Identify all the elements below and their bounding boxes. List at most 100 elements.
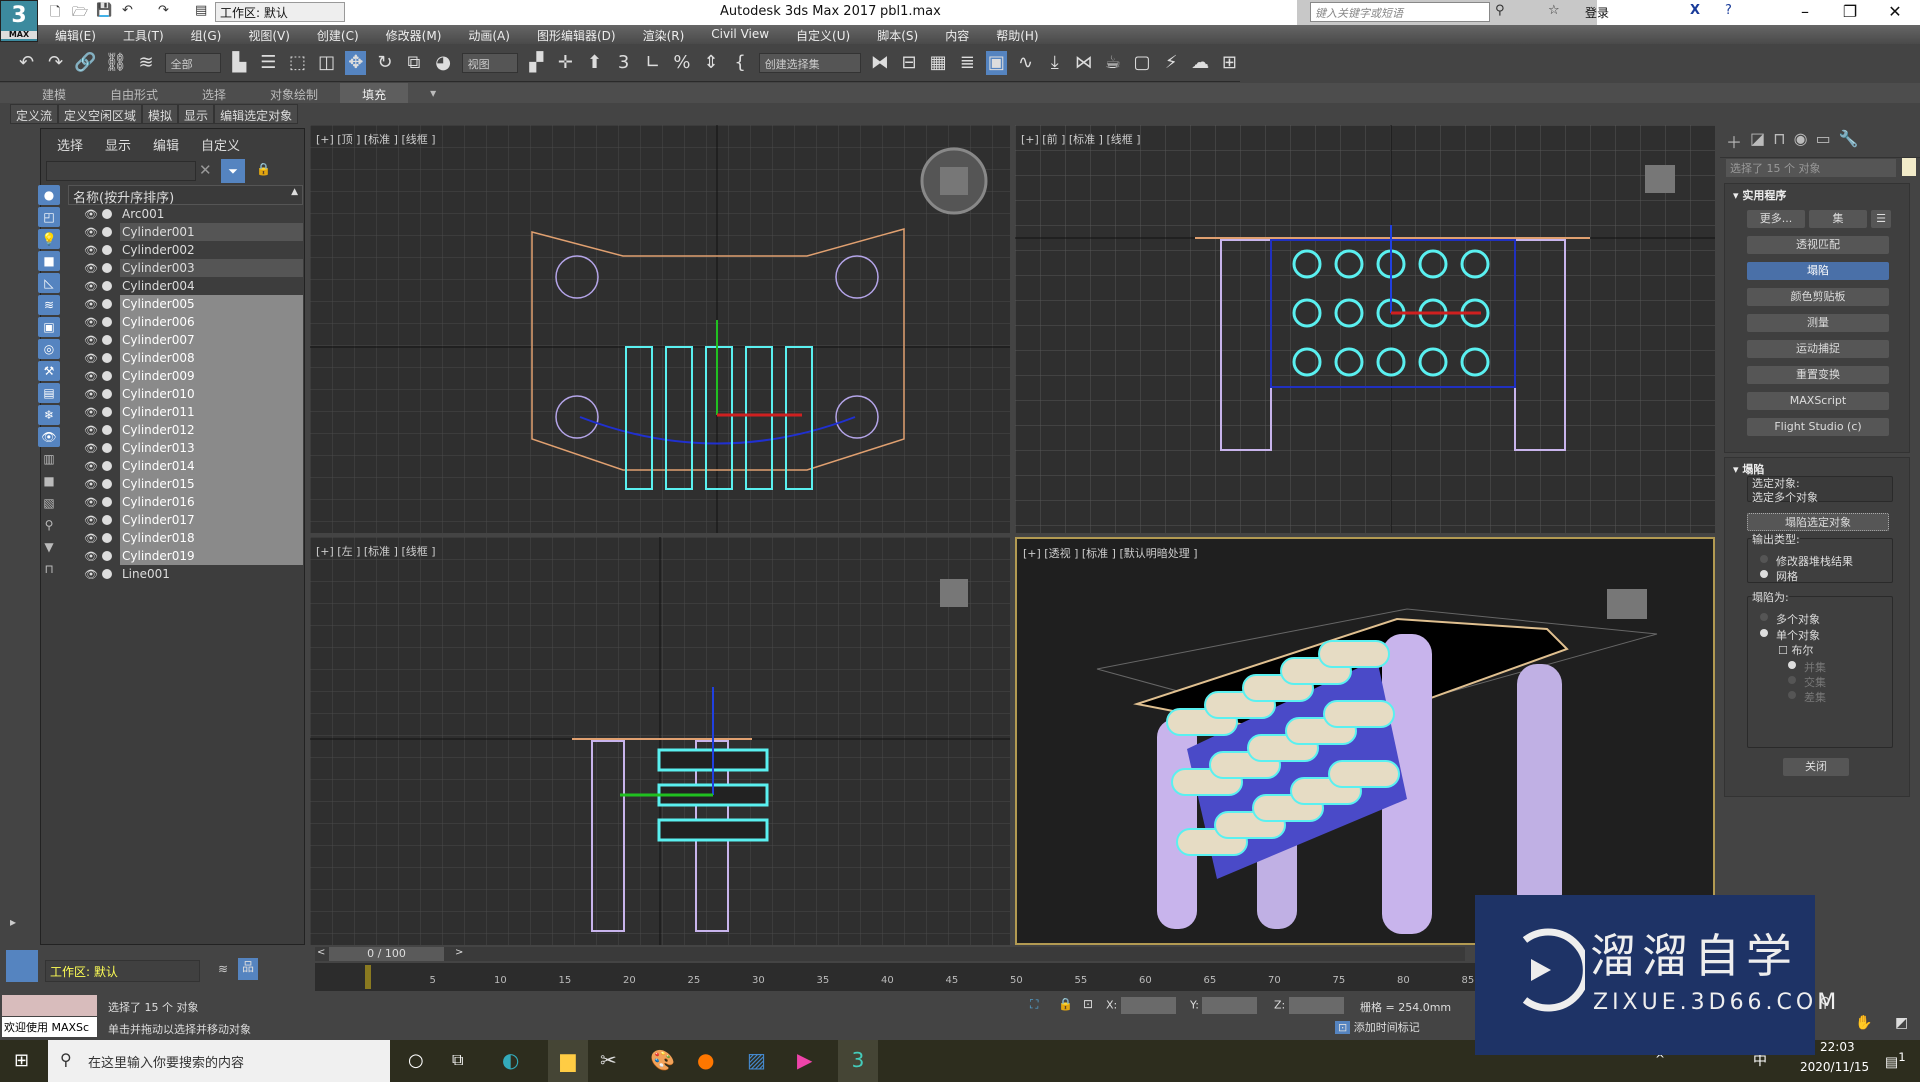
motion-tab-icon[interactable]: ◉ [1794, 129, 1808, 153]
containers-filter-icon[interactable]: ▤ [38, 383, 60, 403]
utilities-tab-icon[interactable]: 🔧 [1839, 129, 1859, 153]
xrefs-filter-icon[interactable]: ◎ [38, 339, 60, 359]
close-button[interactable]: ✕ [1875, 2, 1915, 21]
selection-name-field[interactable]: 选择了 15 个 对象 [1726, 159, 1896, 177]
viewport-front[interactable]: [+] [前 ] [标准 ] [线框 ] [1015, 125, 1715, 533]
workspace-selector[interactable]: 工作区: 默认 [45, 960, 200, 982]
pan-icon[interactable]: ✋ [1855, 1015, 1872, 1031]
close-utility-button[interactable]: 关闭 [1783, 758, 1849, 776]
viewport-top[interactable]: [+] [顶 ] [标准 ] [线框 ] [310, 125, 1010, 533]
viewport-label[interactable]: [+] [左 ] [标准 ] [线框 ] [316, 543, 436, 559]
spacewarps-filter-icon[interactable]: ≋ [38, 295, 60, 315]
motion-capture-button[interactable]: 运动捕捉 [1747, 340, 1889, 358]
radio-single-object[interactable]: 单个对象 [1760, 627, 1820, 643]
utilities-rollout-title[interactable]: ▾ 实用程序 [1725, 184, 1909, 206]
firefox-icon[interactable]: ● [697, 1048, 714, 1072]
menu-civil-view[interactable]: Civil View [694, 25, 779, 44]
scene-object-row[interactable]: 👁 Cylinder006 [68, 313, 303, 331]
start-icon[interactable]: ⊞ [14, 1050, 29, 1071]
edit-selected-button[interactable]: 编辑选定对象 [214, 104, 299, 124]
visibility-eye-icon[interactable]: 👁 [84, 550, 98, 563]
selection-filter-dropdown[interactable]: 全部 [164, 52, 221, 73]
link-icon[interactable]: 🔗 [74, 51, 96, 75]
define-idle-areas-button[interactable]: 定义空闲区域 [58, 104, 143, 124]
star-icon[interactable]: ☆ [1548, 3, 1560, 18]
notifications-icon[interactable]: ▤1 [1885, 1050, 1906, 1071]
modify-tab-icon[interactable]: ◪ [1750, 129, 1765, 153]
geometry-filter-icon[interactable]: ● [38, 185, 60, 205]
rotate-icon[interactable]: ↻ [374, 51, 395, 75]
menu-edit[interactable]: 编辑(E) [38, 25, 106, 44]
visibility-eye-icon[interactable]: 👁 [84, 370, 98, 383]
scene-object-row[interactable]: 👁 Cylinder018 [68, 529, 303, 547]
login-button[interactable]: 登录 [1585, 4, 1609, 21]
visibility-eye-icon[interactable]: 👁 [84, 424, 98, 437]
absolute-mode-icon[interactable]: ⊡ [1083, 997, 1093, 1011]
media-app-icon[interactable]: ▶ [797, 1048, 812, 1072]
visibility-eye-icon[interactable]: 👁 [84, 442, 98, 455]
workspace-dropdown[interactable]: 工作区: 默认 [215, 2, 345, 22]
ribbon-options-icon[interactable]: ▾ [408, 83, 458, 103]
viewport-label[interactable]: [+] [透视 ] [标准 ] [默认明暗处理 ] [1023, 545, 1198, 561]
render-production-icon[interactable]: ⚡ [1161, 51, 1182, 75]
define-flows-button[interactable]: 定义流 [10, 104, 59, 124]
menu-graph-editors[interactable]: 图形编辑器(D) [520, 25, 626, 44]
groups-filter-icon[interactable]: ▣ [38, 317, 60, 337]
schematic-view-icon[interactable]: ⋈ [1073, 51, 1094, 75]
percent-snap-icon[interactable]: % [671, 51, 692, 75]
open-file-icon[interactable]: 🗁 [72, 3, 88, 25]
visibility-eye-icon[interactable]: 👁 [84, 316, 98, 329]
visibility-eye-icon[interactable]: 👁 [84, 460, 98, 473]
file-explorer-icon[interactable]: ▆ [548, 1040, 588, 1082]
visibility-eye-icon[interactable]: 👁 [84, 226, 98, 239]
filter-funnel-icon[interactable]: ▼ [38, 537, 60, 557]
scene-object-row[interactable]: 👁 Cylinder017 [68, 511, 303, 529]
new-file-icon[interactable]: 🗋 [50, 3, 60, 25]
menu-views[interactable]: 视图(V) [231, 25, 300, 44]
viewport-layout-icon[interactable]: ⊞ [1219, 51, 1240, 75]
ref-coord-dropdown[interactable]: 视图 [461, 52, 518, 73]
scene-object-row[interactable]: 👁 Cylinder015 [68, 475, 303, 493]
menu-rendering[interactable]: 渲染(R) [626, 25, 695, 44]
scene-explorer-icon[interactable]: 品 [238, 958, 258, 980]
dope-sheet-icon[interactable]: ⤓ [1044, 51, 1065, 75]
visibility-eye-icon[interactable]: 👁 [84, 478, 98, 491]
perspective-match-button[interactable]: 透视匹配 [1747, 236, 1889, 254]
visibility-eye-icon[interactable]: 👁 [84, 532, 98, 545]
time-slider-thumb[interactable]: 0 / 100 [329, 947, 444, 961]
hierarchy-tab-icon[interactable]: ⊓ [1773, 129, 1785, 153]
add-time-tag-button[interactable]: ⊡ 添加时间标记 [1335, 1019, 1420, 1035]
prev-frame-icon[interactable]: < [317, 947, 325, 958]
radio-intersection[interactable]: 交集 [1788, 674, 1826, 690]
tab-object-paint[interactable]: 对象绘制 [248, 83, 340, 103]
taskbar-search-input[interactable]: ⚲ 在这里输入你要搜索的内容 [48, 1040, 390, 1082]
app-menu-button[interactable]: 3 MAX [0, 0, 38, 42]
display-all-icon[interactable]: ▥ [38, 449, 60, 469]
search-input[interactable]: 键入关键字或短语 [1310, 2, 1490, 22]
edge-icon[interactable]: ◐ [502, 1048, 519, 1072]
rendered-frame-icon[interactable]: ▢ [1131, 51, 1152, 75]
collapse-button[interactable]: 塌陷 [1747, 262, 1889, 280]
track-bar[interactable]: 0510152025303540455055606570758085 [315, 963, 1475, 991]
hierarchy-icon[interactable]: ⊓ [38, 559, 60, 579]
visibility-eye-icon[interactable]: 👁 [84, 496, 98, 509]
visibility-eye-icon[interactable]: 👁 [84, 262, 98, 275]
radio-union[interactable]: 并集 [1788, 659, 1826, 675]
bones-filter-icon[interactable]: ⚒ [38, 361, 60, 381]
unlink-icon[interactable]: ⛓ [105, 51, 128, 75]
more-button[interactable]: 更多... [1747, 210, 1805, 228]
minimize-button[interactable]: – [1785, 2, 1825, 21]
placement-icon[interactable]: ◕ [433, 51, 454, 75]
flight-studio-button[interactable]: Flight Studio (c) [1747, 418, 1889, 436]
object-color-swatch[interactable] [1902, 158, 1916, 176]
clear-search-icon[interactable]: ✕ [199, 161, 212, 179]
x-field[interactable] [1120, 997, 1176, 1014]
bind-space-warp-icon[interactable]: ≋ [136, 51, 157, 75]
explorer-menu-customize[interactable]: 自定义 [201, 135, 240, 154]
display-none-icon[interactable]: ■ [38, 471, 60, 491]
render-setup-icon[interactable]: ☕ [1102, 51, 1123, 75]
visibility-eye-icon[interactable]: 👁 [84, 208, 98, 221]
radio-mesh[interactable]: 网格 [1760, 568, 1798, 584]
move-icon[interactable]: ✥ [345, 50, 367, 75]
menu-content[interactable]: 内容 [928, 25, 979, 44]
